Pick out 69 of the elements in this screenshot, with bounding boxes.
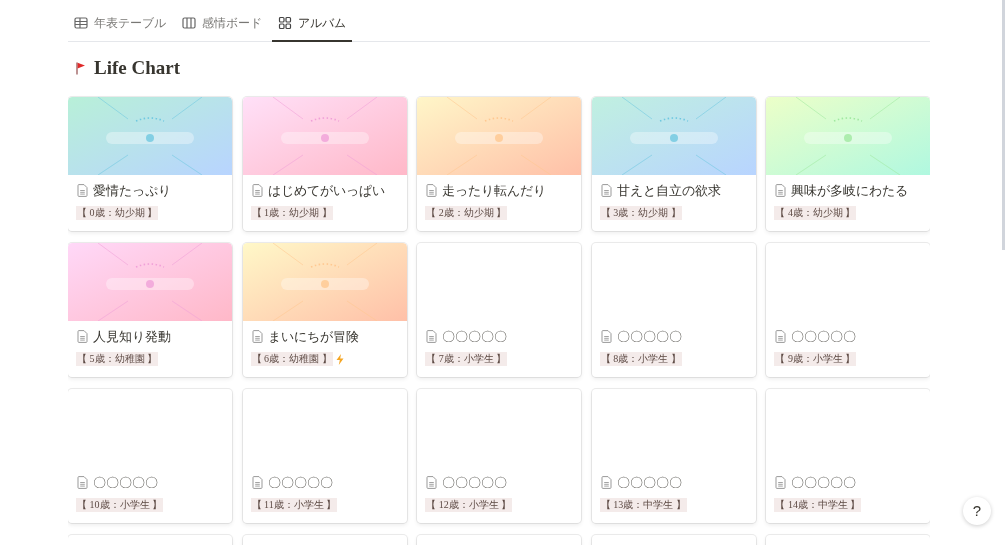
album-card[interactable]: 〇〇〇〇〇 【 11歳：小学生 】	[242, 388, 407, 523]
card-title: 〇〇〇〇〇	[791, 328, 857, 346]
page-icon	[77, 184, 88, 198]
album-card[interactable]: 人見知り発動 【 5歳：幼稚園 】	[68, 242, 232, 377]
card-title: 興味が多岐にわたる	[791, 182, 909, 200]
card-title: 〇〇〇〇〇	[442, 328, 508, 346]
age-tag: 【 10歳：小学生 】	[76, 498, 163, 513]
help-button[interactable]: ?	[963, 497, 991, 525]
age-tag: 【 6歳：幼稚園 】	[250, 352, 333, 367]
age-tag: 【 11歳：小学生 】	[250, 498, 338, 513]
album-card[interactable]: 〇〇〇〇〇 【 13歳：中学生 】	[591, 388, 756, 523]
album-card[interactable]: 興味が多岐にわたる 【 4歳：幼少期 】	[766, 96, 930, 231]
table-icon	[74, 16, 88, 30]
age-tag: 【 3歳：幼少期 】	[599, 206, 682, 221]
card-title: 甘えと自立の欲求	[616, 182, 721, 200]
card-title: 〇〇〇〇〇	[267, 474, 333, 492]
card-title: はじめてがいっぱい	[267, 182, 385, 200]
page-icon	[600, 184, 612, 198]
view-tab[interactable]: アルバム	[272, 10, 352, 42]
card-title: 〇〇〇〇〇	[791, 474, 857, 492]
age-tag: 【 5歳：幼稚園 】	[76, 352, 158, 367]
album-card[interactable]: 愛情たっぷり 【 0歳：幼少期 】	[68, 96, 232, 231]
page-title: Life Chart	[94, 56, 180, 80]
card-title: 愛情たっぷり	[93, 182, 171, 200]
page-icon	[600, 330, 612, 344]
page-icon	[775, 184, 787, 198]
grid-icon	[278, 16, 292, 30]
card-title: 〇〇〇〇〇	[93, 474, 158, 492]
album-card[interactable]: 〇〇〇〇〇 【 12歳：小学生 】	[417, 388, 582, 523]
album-card[interactable]: まいにちが冒険 【 6歳：幼稚園 】	[242, 242, 407, 377]
age-tag: 【 0歳：幼少期 】	[76, 206, 158, 221]
age-tag: 【 1歳：幼少期 】	[250, 206, 333, 221]
page-icon	[251, 476, 263, 490]
age-tag: 【 4歳：幼少期 】	[774, 206, 857, 221]
album-card[interactable]: はじめてがいっぱい 【 1歳：幼少期 】	[242, 96, 407, 231]
age-tag: 【 13歳：中学生 】	[599, 498, 687, 513]
card-title: 〇〇〇〇〇	[442, 474, 508, 492]
album-card[interactable]: 〇〇〇〇〇 【 10歳：小学生 】	[68, 388, 232, 523]
card-title: まいにちが冒険	[267, 328, 359, 346]
age-tag: 【 12歳：小学生 】	[425, 498, 513, 513]
page-icon	[251, 330, 263, 344]
age-tag: 【 9歳：小学生 】	[774, 352, 857, 367]
columns-icon	[182, 16, 196, 30]
page-icon	[77, 476, 88, 490]
page-icon	[77, 330, 88, 344]
age-tag: 【 8歳：小学生 】	[599, 352, 682, 367]
page-icon	[600, 476, 612, 490]
album-card[interactable]: 走ったり転んだり 【 2歳：幼少期 】	[417, 96, 582, 231]
view-tab[interactable]: 感情ボード	[176, 10, 268, 42]
card-title: 走ったり転んだり	[442, 182, 547, 200]
album-card[interactable]: 〇〇〇〇〇 【 8歳：小学生 】	[591, 242, 756, 377]
album-card[interactable]: 〇〇〇〇〇 【 14歳：中学生 】	[766, 388, 930, 523]
view-tab[interactable]: 年表テーブル	[68, 10, 172, 42]
page-icon	[775, 476, 787, 490]
album-card[interactable]: 〇〇〇〇〇 【 9歳：小学生 】	[766, 242, 930, 377]
album-card[interactable]: 〇〇〇〇〇 【 7歳：小学生 】	[417, 242, 582, 377]
page-icon	[426, 184, 438, 198]
page-icon	[426, 330, 438, 344]
card-title: 〇〇〇〇〇	[616, 328, 682, 346]
page-icon	[251, 184, 263, 198]
card-title: 〇〇〇〇〇	[616, 474, 682, 492]
age-tag: 【 2歳：幼少期 】	[425, 206, 508, 221]
flag-icon	[76, 61, 86, 75]
page-icon	[426, 476, 438, 490]
album-card[interactable]: 甘えと自立の欲求 【 3歳：幼少期 】	[591, 96, 756, 231]
page-icon	[775, 330, 787, 344]
age-tag: 【 14歳：中学生 】	[774, 498, 862, 513]
card-title: 人見知り発動	[93, 328, 171, 346]
age-tag: 【 7歳：小学生 】	[425, 352, 508, 367]
